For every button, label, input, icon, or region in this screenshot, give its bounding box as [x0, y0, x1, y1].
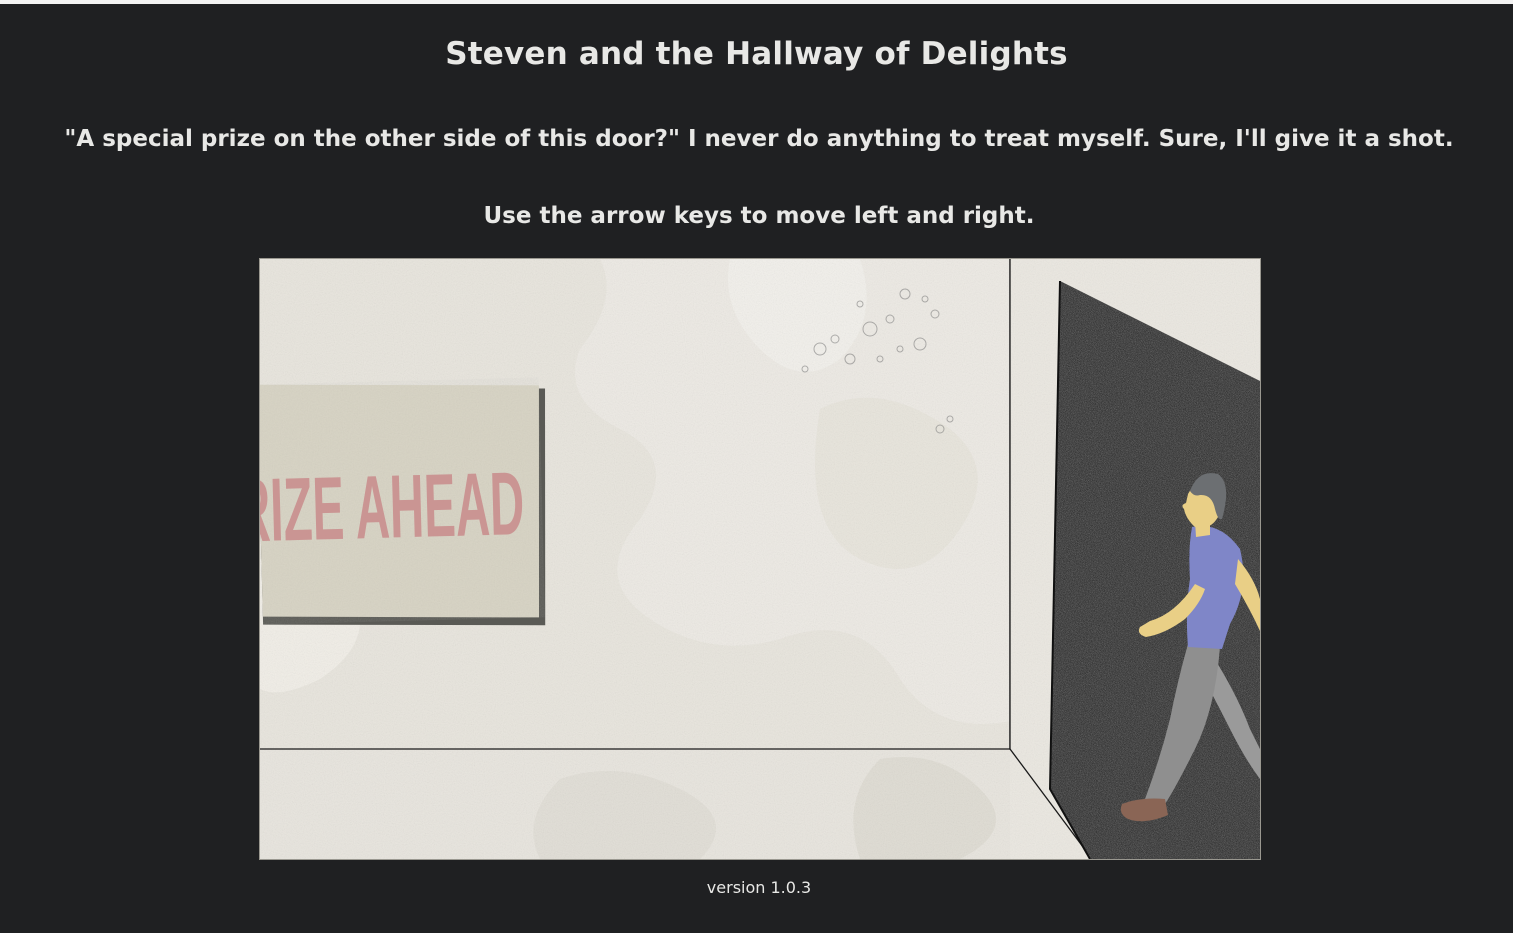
game-canvas[interactable]: PRIZE AHEAD: [259, 258, 1261, 860]
narration-text: "A special prize on the other side of th…: [64, 126, 1454, 152]
version-label: version 1.0.3: [706, 878, 812, 897]
browser-top-strip: [0, 0, 1513, 4]
prize-sign-text: PRIZE AHEAD: [260, 452, 525, 562]
instructions-text: Use the arrow keys to move left and righ…: [483, 203, 1035, 229]
hallway-floor: [260, 749, 1060, 859]
prize-sign: PRIZE AHEAD: [260, 377, 546, 626]
game-title: Steven and the Hallway of Delights: [445, 36, 1068, 72]
